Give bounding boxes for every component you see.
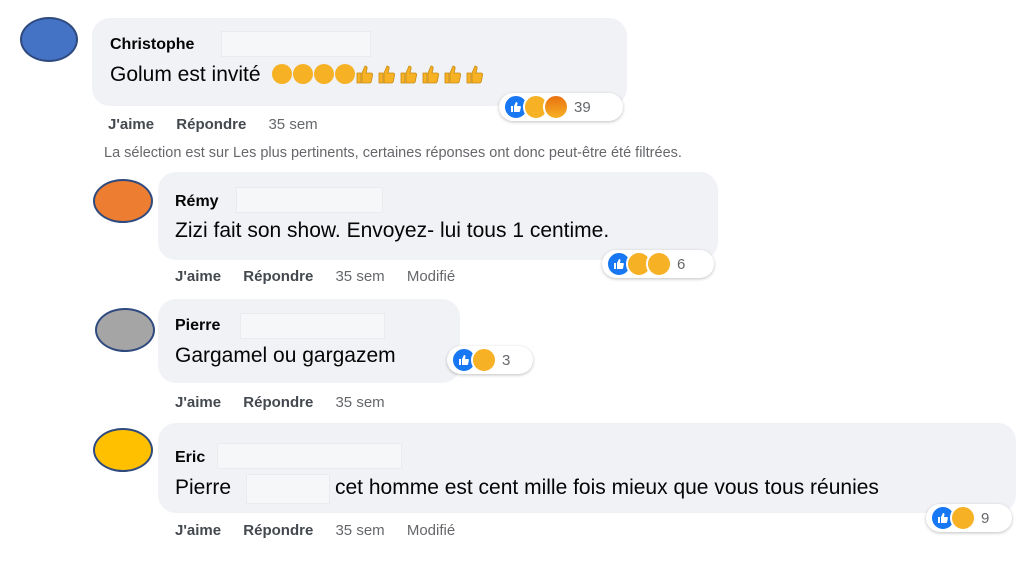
redacted-name — [221, 31, 371, 57]
comment-timestamp[interactable]: 35 sem — [268, 116, 317, 133]
edited-label[interactable]: Modifié — [407, 522, 455, 539]
joy-emoji-icon — [314, 64, 335, 84]
comment-author[interactable]: Eric — [175, 449, 205, 467]
reaction-summary[interactable]: 39 — [499, 93, 623, 121]
edited-label[interactable]: Modifié — [407, 268, 455, 285]
like-button[interactable]: J'aime — [175, 268, 221, 285]
comment-timestamp[interactable]: 35 sem — [335, 394, 384, 411]
thumbs-up-icon — [466, 64, 484, 84]
comment-actions: J'aime Répondre 35 sem — [108, 116, 336, 133]
haha-reaction-icon — [950, 505, 976, 531]
comment-text-content: Golum est invité — [110, 63, 261, 86]
comment-timestamp[interactable]: 35 sem — [335, 268, 384, 285]
comment-author[interactable]: Christophe — [110, 36, 194, 54]
reply-button[interactable]: Répondre — [176, 116, 246, 133]
reaction-count: 39 — [574, 98, 591, 116]
comment-text: Golum est invité — [110, 63, 488, 87]
reaction-summary[interactable]: 6 — [602, 250, 714, 278]
reply-button[interactable]: Répondre — [243, 522, 313, 539]
comment-bubble — [158, 172, 718, 260]
filter-notice: La sélection est sur Les plus pertinents… — [104, 145, 682, 161]
comment-bubble — [158, 299, 460, 383]
comment-text: cet homme est cent mille fois mieux que … — [335, 476, 879, 499]
reaction-count: 3 — [502, 351, 511, 369]
redacted-name — [217, 443, 402, 469]
reaction-summary[interactable]: 3 — [447, 346, 533, 374]
reply-button[interactable]: Répondre — [243, 394, 313, 411]
like-button[interactable]: J'aime — [175, 522, 221, 539]
comment-author[interactable]: Rémy — [175, 193, 219, 211]
sad-reaction-icon — [471, 347, 497, 373]
comment-text: Gargamel ou gargazem — [175, 344, 396, 367]
comment-actions: J'aime Répondre 35 sem — [175, 394, 403, 411]
angry-reaction-icon — [543, 94, 569, 120]
comment-actions: J'aime Répondre 35 sem Modifié — [175, 522, 473, 539]
comment-text: Zizi fait son show. Envoyez- lui tous 1 … — [175, 219, 610, 242]
avatar[interactable] — [95, 308, 155, 352]
comment-text: Pierre — [175, 476, 232, 499]
reaction-summary[interactable]: 9 — [926, 504, 1012, 532]
redacted-name — [240, 313, 385, 339]
joy-emoji-icon — [293, 64, 314, 84]
redacted-mention — [246, 474, 330, 504]
comment-timestamp[interactable]: 35 sem — [335, 522, 384, 539]
thumbs-up-icon — [378, 64, 396, 84]
like-button[interactable]: J'aime — [175, 394, 221, 411]
avatar[interactable] — [20, 17, 78, 62]
thumbs-up-icon — [422, 64, 440, 84]
comment-actions: J'aime Répondre 35 sem Modifié — [175, 268, 473, 285]
thumbs-up-icon — [444, 64, 462, 84]
like-button[interactable]: J'aime — [108, 116, 154, 133]
sad-reaction-icon — [646, 251, 672, 277]
avatar[interactable] — [93, 428, 153, 472]
redacted-name — [236, 187, 383, 213]
joy-emoji-icon — [272, 64, 293, 84]
emoji-row — [272, 63, 488, 86]
avatar[interactable] — [93, 179, 153, 223]
reply-button[interactable]: Répondre — [243, 268, 313, 285]
joy-emoji-icon — [335, 64, 356, 84]
thumbs-up-icon — [400, 64, 418, 84]
thumbs-up-icon — [356, 64, 374, 84]
comment-author[interactable]: Pierre — [175, 317, 220, 335]
reaction-count: 6 — [677, 255, 686, 273]
reaction-count: 9 — [981, 509, 990, 527]
